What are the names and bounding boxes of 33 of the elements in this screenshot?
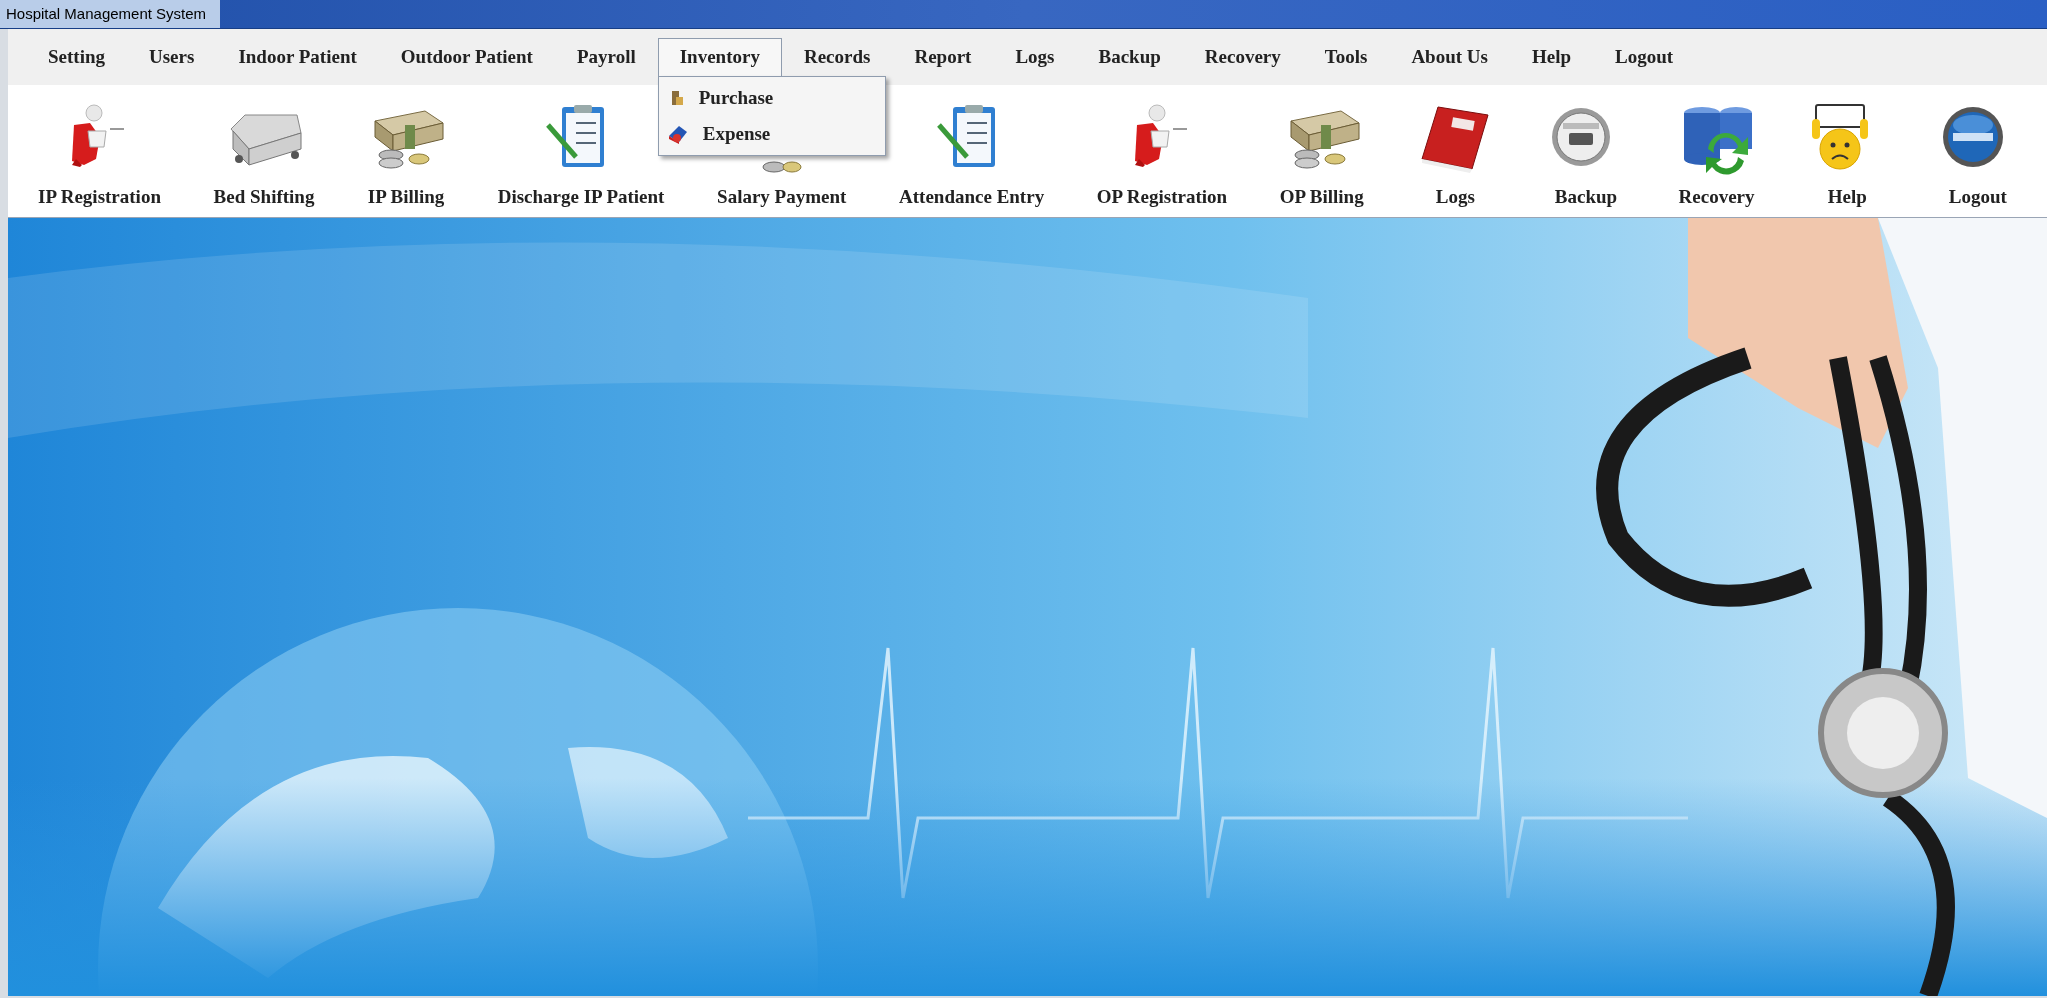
toolbar-button[interactable]: Backup (1554, 182, 1618, 211)
menu-item[interactable]: Indoor Patient (216, 37, 379, 77)
menu-item[interactable]: Report (892, 37, 994, 77)
toolbar-button[interactable]: IP Registration (38, 182, 161, 211)
window-title: Hospital Management System (0, 0, 221, 28)
toolbar-button[interactable]: Salary Payment (717, 182, 847, 211)
menu-item[interactable]: About Us (1389, 37, 1510, 77)
toolbar-button[interactable]: Recovery (1678, 182, 1755, 211)
toolbar-button[interactable]: OP Registration (1096, 182, 1228, 211)
toolbar-button[interactable]: Bed Shifting (213, 182, 315, 211)
menu-item[interactable]: Recovery (1182, 37, 1303, 77)
menu-item[interactable]: Logs (993, 37, 1077, 77)
toolbar-button[interactable]: Logs (1435, 182, 1475, 211)
menu-item[interactable]: Setting (26, 37, 127, 77)
dropdown-item[interactable]: Purchase (658, 79, 885, 116)
toolbar-button[interactable]: IP Billing (367, 182, 445, 211)
menu-item[interactable]: Help (1509, 37, 1593, 77)
menu-item[interactable]: Logout (1593, 37, 1696, 77)
toolbar-button[interactable]: OP Billing (1279, 182, 1364, 211)
toolbar-button[interactable]: Discharge IP Patient (497, 182, 665, 211)
dropdown-item[interactable]: Expense (658, 115, 885, 152)
toolbar-button[interactable]: Help (1827, 182, 1867, 211)
menu-item[interactable]: Outdoor Patient (378, 37, 555, 77)
wallet-icon (666, 123, 689, 144)
coins-icon (761, 158, 802, 175)
toolbar-button[interactable]: Logout (1948, 182, 2007, 211)
menu-item[interactable]: Payroll (554, 37, 658, 77)
menu-item[interactable]: Users (127, 37, 217, 77)
menu-item[interactable]: Inventory (657, 38, 782, 76)
menu-item[interactable]: Records (781, 37, 893, 77)
menu-item[interactable]: Tools (1302, 37, 1390, 77)
menu-item[interactable]: Backup (1076, 37, 1183, 77)
toolbar-button[interactable]: Attendance Entry (899, 182, 1045, 211)
